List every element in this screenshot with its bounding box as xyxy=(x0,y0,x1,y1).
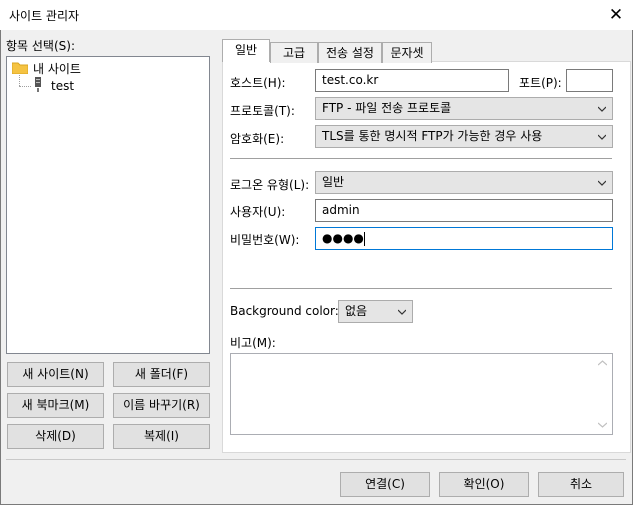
logon-type-select[interactable]: 일반 xyxy=(315,171,613,194)
user-input[interactable]: admin xyxy=(315,199,613,222)
cancel-button[interactable]: 취소 xyxy=(538,472,624,497)
chevron-down-icon xyxy=(598,134,606,140)
chevron-down-icon xyxy=(398,309,406,315)
server-icon xyxy=(35,77,41,92)
copy-button[interactable]: 복제(I) xyxy=(113,424,210,449)
password-input[interactable]: ●●●● xyxy=(315,227,613,250)
site-tree[interactable]: 내 사이트 test xyxy=(6,56,210,354)
new-folder-button[interactable]: 새 폴더(F) xyxy=(113,362,210,387)
chevron-down-icon[interactable] xyxy=(598,422,607,428)
tree-item-test[interactable]: test xyxy=(51,79,74,93)
new-bookmark-button[interactable]: 새 북마크(M) xyxy=(7,393,104,418)
footer-divider xyxy=(6,459,626,460)
tab-general[interactable]: 일반 xyxy=(222,39,270,62)
tree-connector xyxy=(19,86,31,87)
port-input[interactable] xyxy=(566,69,613,92)
new-site-button[interactable]: 새 사이트(N) xyxy=(7,362,104,387)
bgcolor-select-value: 없음 xyxy=(345,304,368,318)
bgcolor-select[interactable]: 없음 xyxy=(338,300,413,323)
connect-button[interactable]: 연결(C) xyxy=(340,472,430,497)
tree-label: 항목 선택(S): xyxy=(6,39,75,53)
title-bar: 사이트 관리자 ✕ xyxy=(0,0,633,30)
protocol-label: 프로토콜(T): xyxy=(230,104,295,118)
protocol-select-value: FTP - 파일 전송 프로토콜 xyxy=(322,101,452,115)
logon-type-label: 로그온 유형(L): xyxy=(230,178,310,192)
delete-button[interactable]: 삭제(D) xyxy=(7,424,104,449)
user-label: 사용자(U): xyxy=(230,205,286,219)
chevron-down-icon xyxy=(598,106,606,112)
tab-transfer-settings[interactable]: 전송 설정 xyxy=(318,42,382,63)
chevron-down-icon xyxy=(598,180,606,186)
password-label: 비밀번호(W): xyxy=(230,233,300,247)
tab-advanced[interactable]: 고급 xyxy=(270,42,318,63)
chevron-up-icon[interactable] xyxy=(598,360,607,366)
encryption-label: 암호화(E): xyxy=(230,132,285,146)
notes-scrollbar[interactable] xyxy=(594,355,611,433)
tree-connector xyxy=(19,75,20,86)
bgcolor-label: Background color: xyxy=(230,304,339,318)
close-icon[interactable]: ✕ xyxy=(604,3,628,27)
notes-textarea[interactable] xyxy=(230,353,613,435)
tree-item-root[interactable]: 내 사이트 xyxy=(33,60,81,77)
divider xyxy=(230,158,612,159)
logon-type-select-value: 일반 xyxy=(322,175,345,189)
protocol-select[interactable]: FTP - 파일 전송 프로토콜 xyxy=(315,97,613,120)
host-input[interactable]: test.co.kr xyxy=(315,69,509,92)
port-label: 포트(P): xyxy=(519,76,562,90)
window-title: 사이트 관리자 xyxy=(9,9,80,23)
host-label: 호스트(H): xyxy=(230,76,286,90)
notes-label: 비고(M): xyxy=(230,336,276,350)
ok-button[interactable]: 확인(O) xyxy=(439,472,529,497)
rename-button[interactable]: 이름 바꾸기(R) xyxy=(113,393,210,418)
encryption-select-value: TLS를 통한 명시적 FTP가 가능한 경우 사용 xyxy=(322,129,543,143)
folder-icon xyxy=(12,62,28,74)
encryption-select[interactable]: TLS를 통한 명시적 FTP가 가능한 경우 사용 xyxy=(315,125,613,148)
tab-charset[interactable]: 문자셋 xyxy=(382,42,432,63)
divider xyxy=(230,288,612,289)
text-cursor xyxy=(363,231,365,246)
password-input-value: ●●●● xyxy=(322,231,364,245)
